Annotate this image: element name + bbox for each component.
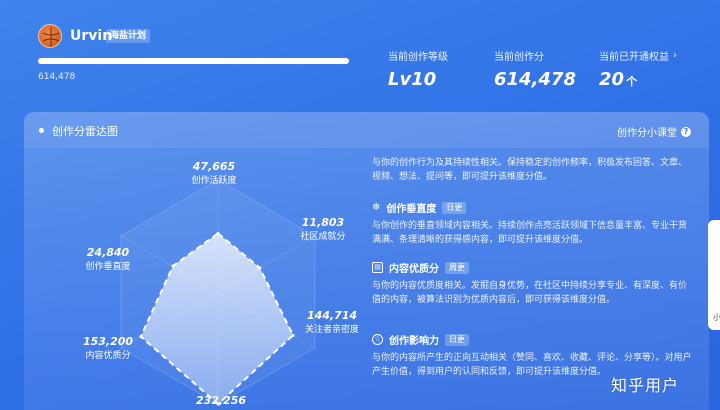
- stat-rights-number: 20: [599, 69, 625, 90]
- radar-point: [171, 264, 175, 268]
- score-progress-value: 614,478: [38, 72, 76, 82]
- dimension-vertical-title: 创作垂直度: [386, 204, 437, 215]
- dimension-active-text: 与你的创作行为及其持续性相关。保持稳定的创作频率，积极发布回答、文章、视频、想法…: [372, 158, 688, 182]
- radar-chart: 47,665 创作活跃度 11,803 社区成就分 144,714 关注者亲密度…: [58, 152, 378, 410]
- radar-label-vertical: 24,840 创作垂直度: [58, 246, 158, 272]
- dimension-influence-title: 创作影响力: [389, 336, 439, 347]
- stat-level: 当前创作等级 Lv10: [388, 48, 448, 90]
- radar-label-active: 47,665 创作活跃度: [164, 160, 264, 186]
- radar-card-header: 创作分雷达图 创作分小课堂 ?: [24, 112, 709, 148]
- profile-header: Urvin 海盐计划 614,478 当前创作等级 Lv10 当前创作分 614…: [0, 0, 720, 110]
- watermark: 知乎用户: [611, 376, 680, 395]
- radar-label-follower: 144,714 关注者亲密度: [286, 309, 378, 335]
- radar-point: [216, 231, 220, 235]
- star-icon: ☆: [372, 334, 383, 345]
- dimension-quality-text: 与你的内容优质度相关。发掘自身优势，在社区中持续分享专业、有深度、有价值的内容，…: [372, 281, 688, 305]
- side-panel-tab[interactable]: 小: [708, 220, 720, 330]
- stat-rights[interactable]: 当前已开通权益 › 20 个: [599, 48, 677, 90]
- plan-badge[interactable]: 海盐计划: [106, 29, 151, 43]
- side-panel-tab-text: 小: [713, 313, 720, 322]
- radar-value-quality: 153,200: [82, 335, 134, 348]
- class-link-label: 创作分小课堂: [617, 128, 677, 139]
- radar-label-community: 11,803 社区成就分: [278, 216, 368, 242]
- dimension-vertical-tag: 日更: [442, 201, 467, 214]
- stat-score-label: 当前创作分: [494, 52, 544, 63]
- stat-score: 当前创作分 614,478: [494, 48, 576, 90]
- radar-value-vertical: 24,840: [86, 246, 130, 259]
- basketball-icon: [42, 27, 60, 47]
- bullet-dot-icon: [39, 128, 44, 133]
- radar-name-community: 社区成就分: [300, 232, 346, 242]
- radar-card-title: 创作分雷达图: [52, 125, 118, 138]
- radar-value-influence: 232,256: [195, 394, 247, 407]
- dimension-active-desc: 与你的创作行为及其持续性相关。保持稳定的创作频率，积极发布回答、文章、视频、想法…: [372, 152, 692, 184]
- stat-score-value: 614,478: [494, 69, 576, 90]
- radar-name-quality: 内容优质分: [85, 351, 131, 361]
- chevron-right-icon: ›: [673, 50, 677, 61]
- dimension-quality-title: 内容优质分: [389, 264, 439, 275]
- radar-name-follower: 关注者亲密度: [304, 325, 359, 335]
- radar-value-community: 11,803: [301, 216, 345, 229]
- dimension-influence-head: ☆ 创作影响力 日更: [372, 332, 692, 347]
- radar-name-active: 创作活跃度: [191, 176, 237, 186]
- document-icon: ▤: [372, 262, 383, 273]
- dimension-vertical: ❄ 创作垂直度 日更 与你创作的垂直领域内容相关。持续创作点亮活跃领域下信息量丰…: [372, 200, 692, 247]
- dimension-influence-tag: 日更: [445, 333, 469, 346]
- stat-level-label: 当前创作等级: [388, 52, 448, 63]
- class-link[interactable]: 创作分小课堂 ?: [617, 124, 691, 139]
- radar-card: 创作分雷达图 创作分小课堂 ? 47,665 创作活跃度 11,803 社区成就…: [24, 112, 709, 410]
- radar-label-influence: 232,256: [171, 394, 271, 407]
- stat-rights-label-text: 当前已开通权益: [599, 52, 669, 63]
- radar-label-quality: 153,200 内容优质分: [58, 335, 158, 361]
- dimension-quality-head: ▤ 内容优质分 周更: [372, 260, 692, 275]
- stat-rights-value: 20 个: [599, 69, 677, 90]
- stat-rights-unit: 个: [626, 75, 638, 88]
- radar-svg: [120, 179, 316, 406]
- stat-level-value: Lv10: [388, 69, 437, 90]
- radar-value-follower: 144,714: [306, 309, 358, 322]
- dimension-quality: ▤ 内容优质分 周更 与你的内容优质度相关。发掘自身优势，在社区中持续分享专业、…: [372, 260, 692, 307]
- help-icon: ?: [681, 126, 691, 137]
- radar-value-active: 47,665: [192, 160, 236, 173]
- user-avatar[interactable]: [38, 24, 62, 48]
- dimension-vertical-head: ❄ 创作垂直度 日更: [372, 200, 692, 215]
- radar-name-vertical: 创作垂直度: [85, 262, 131, 272]
- dimension-vertical-text: 与你创作的垂直领域内容相关。持续创作点亮活跃领域下信息量丰富、专业干货满满、条理…: [372, 221, 688, 245]
- dimension-quality-tag: 周更: [445, 261, 469, 274]
- score-progress-fill: [38, 58, 349, 64]
- score-progress-bar: [38, 58, 349, 64]
- snowflake-icon: ❄: [372, 202, 381, 213]
- stat-rights-label[interactable]: 当前已开通权益 ›: [599, 48, 677, 63]
- radar-point: [258, 266, 262, 270]
